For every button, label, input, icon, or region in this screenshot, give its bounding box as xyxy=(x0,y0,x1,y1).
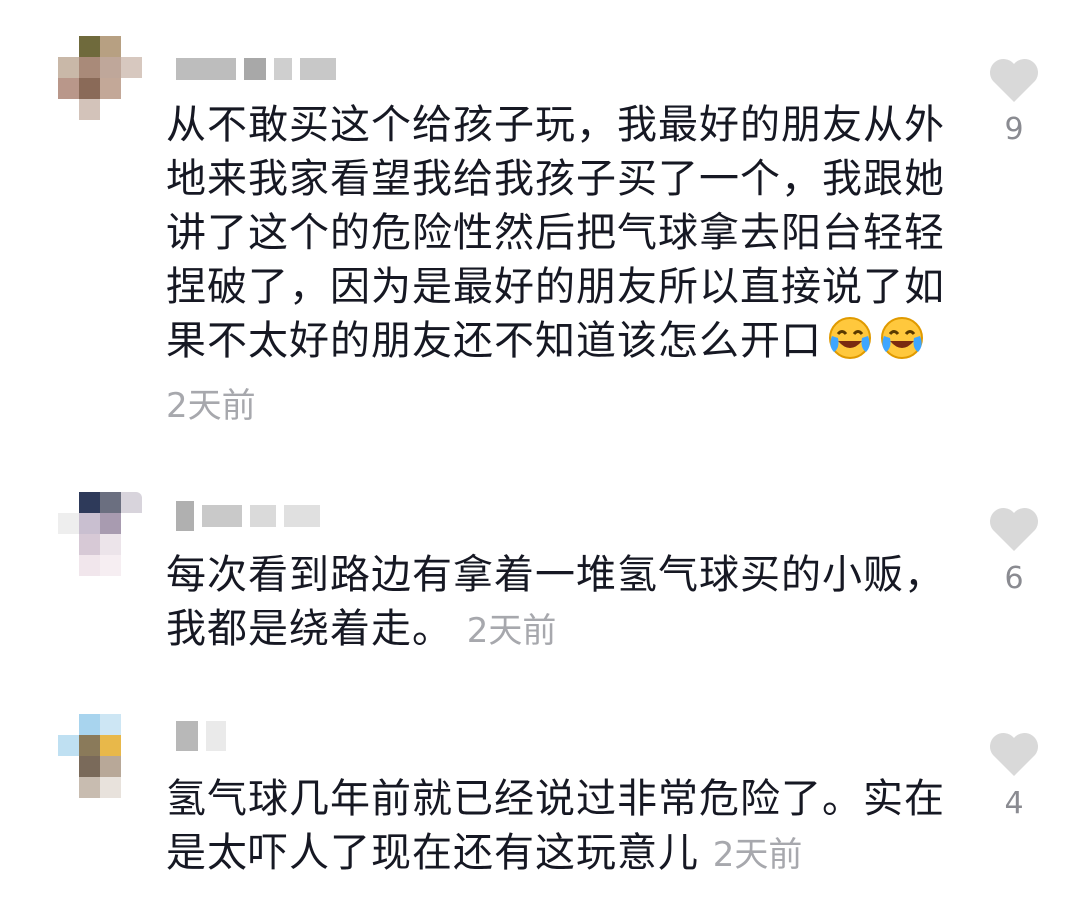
comment-text: 氢气球几年前就已经说过非常危险了。实在是太吓人了现在还有这玩意儿 2天前 xyxy=(166,772,956,882)
comment-time: 2天前 xyxy=(466,611,557,651)
laughing-crying-emoji-icon xyxy=(881,317,923,359)
username-blurred[interactable] xyxy=(176,501,320,531)
comment-body: 氢气球几年前就已经说过非常危险了。实在是太吓人了现在还有这玩意儿 xyxy=(166,776,945,876)
like-count: 4 xyxy=(1004,786,1024,821)
heart-icon xyxy=(989,507,1039,551)
username-blurred[interactable] xyxy=(176,55,336,83)
like-button[interactable]: 6 xyxy=(984,505,1044,596)
like-button[interactable]: 4 xyxy=(984,730,1044,821)
heart-icon xyxy=(989,58,1039,102)
comment-time: 2天前 xyxy=(166,386,256,426)
like-button[interactable]: 9 xyxy=(984,56,1044,147)
comment-text: 从不敢买这个给孩子玩，我最好的朋友从外地来我家看望我给我孩子买了一个，我跟她讲了… xyxy=(166,98,956,368)
avatar[interactable] xyxy=(58,492,142,576)
avatar[interactable] xyxy=(58,36,142,120)
avatar[interactable] xyxy=(58,714,142,798)
like-count: 9 xyxy=(1004,112,1024,147)
comment-time: 2天前 xyxy=(712,835,803,875)
username-blurred[interactable] xyxy=(176,721,226,751)
laughing-crying-emoji-icon xyxy=(829,317,871,359)
heart-icon xyxy=(989,732,1039,776)
like-count: 6 xyxy=(1004,561,1024,596)
comment-text: 每次看到路边有拿着一堆氢气球买的小贩，我都是绕着走。 2天前 xyxy=(166,548,956,658)
